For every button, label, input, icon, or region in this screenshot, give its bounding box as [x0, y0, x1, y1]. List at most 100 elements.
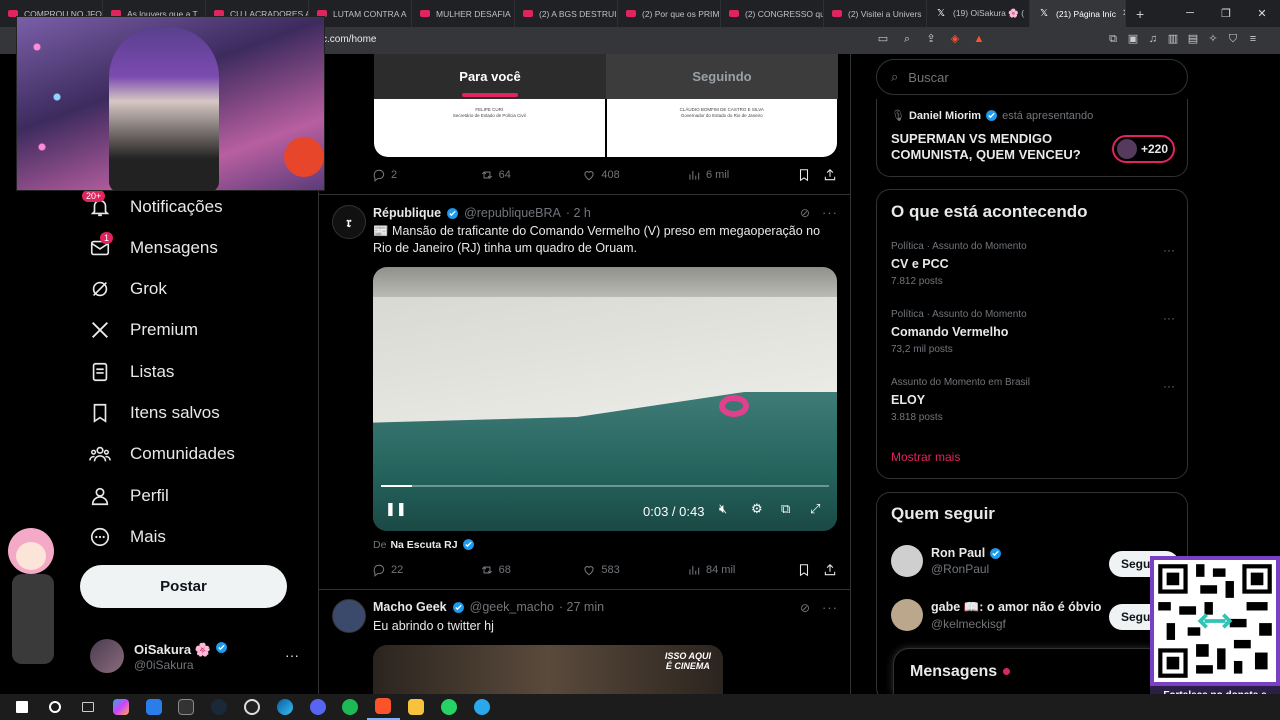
views-button[interactable]: 6 mil — [687, 168, 797, 182]
nav-grok[interactable]: Grok — [88, 277, 167, 301]
trend-item[interactable]: Assunto do Momento em Brasil ELOY 3.818 … — [891, 377, 1175, 423]
url-field[interactable]: c.com/home — [322, 34, 376, 45]
share-button[interactable] — [823, 168, 837, 182]
bookmark-button[interactable] — [797, 168, 823, 182]
close-tab-icon[interactable]: ✕ — [1122, 8, 1125, 19]
tweet-more-icon[interactable]: ··· — [822, 600, 838, 615]
tweet-author-handle[interactable]: @republiqueBRA — [464, 206, 561, 220]
repost-button[interactable]: 64 — [480, 168, 583, 182]
grok-explain-icon[interactable]: ⊘ — [800, 601, 810, 615]
show-more-link[interactable]: Mostrar mais — [891, 450, 960, 464]
tweet-image[interactable]: ISSO AQUI É CINEMA — [373, 645, 723, 694]
close-window-button[interactable]: ✕ — [1244, 7, 1280, 20]
whatsapp-icon[interactable] — [432, 694, 465, 720]
epic-games-icon[interactable] — [170, 694, 203, 720]
trend-item[interactable]: Política · Assunto do Momento Comando Ve… — [891, 309, 1175, 355]
search-icon[interactable] — [39, 694, 72, 720]
brave-rewards-icon[interactable]: ▲ — [972, 32, 986, 46]
copilot-icon[interactable] — [104, 694, 137, 720]
sidebar-icon[interactable]: ▥ — [1166, 32, 1180, 46]
file-explorer-icon[interactable] — [400, 694, 433, 720]
reader-mode-icon[interactable]: ▭ — [876, 32, 890, 46]
trend-more-icon[interactable]: ··· — [1163, 379, 1175, 393]
browser-tab[interactable]: 𝕏 (19) OiSakura 🌸 ( — [927, 0, 1030, 27]
share-button[interactable] — [823, 563, 837, 577]
tweet-author-name[interactable]: Macho Geek — [373, 600, 447, 614]
grok-explain-icon[interactable]: ⊘ — [800, 206, 810, 220]
menu-icon[interactable]: ≡ — [1246, 32, 1260, 46]
browser-tab[interactable]: (2) Visitei a Univers — [824, 0, 927, 27]
source-account-link[interactable]: Na Escuta RJ — [390, 539, 457, 551]
views-button[interactable]: 84 mil — [687, 563, 797, 577]
tweet-time[interactable]: · 27 min — [559, 600, 604, 614]
browser-tab[interactable]: (2) CONGRESSO qu — [721, 0, 824, 27]
brave-shields-icon[interactable]: ◈ — [948, 32, 962, 46]
like-button[interactable]: 583 — [582, 563, 687, 577]
nav-messages[interactable]: 1 Mensagens — [88, 232, 218, 260]
nav-premium[interactable]: Premium — [88, 318, 198, 342]
telegram-icon[interactable] — [465, 694, 498, 720]
bookmark-button[interactable] — [797, 563, 823, 577]
pause-icon[interactable]: ❚❚ — [385, 501, 407, 517]
reply-button[interactable]: 22 — [372, 563, 480, 577]
tweet-more-icon[interactable]: ··· — [822, 205, 838, 220]
trend-item[interactable]: Política · Assunto do Momento CV e PCC 7… — [891, 241, 1175, 287]
live-space-card[interactable]: 🎙︎ Daniel Miorim está apresentando SUPER… — [876, 99, 1188, 177]
tweet-author-handle[interactable]: @geek_macho — [470, 600, 554, 614]
tweet-time[interactable]: · 2 h — [566, 206, 591, 220]
nav-more[interactable]: Mais — [88, 525, 166, 549]
spotify-icon[interactable] — [334, 694, 367, 720]
avatar[interactable] — [332, 599, 366, 633]
nav-lists[interactable]: Listas — [88, 360, 174, 384]
messages-drawer[interactable]: Mensagens — [893, 648, 1163, 694]
pip-icon[interactable]: ⧉ — [781, 501, 790, 517]
tab-for-you[interactable]: Para você — [374, 54, 606, 99]
video-player[interactable]: ❚❚ 0:03 / 0:43 🔇︎ ⚙ ⧉ ⤢ — [373, 267, 837, 531]
extension-icon[interactable]: ⧉ — [1106, 32, 1120, 46]
store-icon[interactable] — [137, 694, 170, 720]
restore-button[interactable]: ❐ — [1208, 7, 1244, 20]
vpn-icon[interactable]: ⛉ — [1226, 32, 1240, 46]
account-switcher[interactable]: OiSakura 🌸 @0iSakura — [90, 639, 228, 673]
share-icon[interactable]: ⇪ — [924, 32, 938, 46]
trend-more-icon[interactable]: ··· — [1163, 243, 1175, 257]
browser-tab[interactable]: (2) Por que os PRIM — [618, 0, 721, 27]
account-more-icon[interactable]: ··· — [285, 647, 299, 663]
extension-icon[interactable]: ▣ — [1126, 32, 1140, 46]
leo-icon[interactable]: ✧ — [1206, 32, 1220, 46]
wallet-icon[interactable]: ▤ — [1186, 32, 1200, 46]
browser-tab[interactable]: MULHER DESAFIA — [412, 0, 515, 27]
steam-icon[interactable] — [203, 694, 236, 720]
brave-icon[interactable] — [366, 694, 400, 720]
tweet-author-name[interactable]: République — [373, 206, 441, 220]
fullscreen-icon[interactable]: ⤢ — [810, 501, 820, 517]
nav-bookmarks[interactable]: Itens salvos — [88, 401, 220, 425]
zoom-icon[interactable]: ⌕ — [900, 32, 914, 46]
repost-button[interactable]: 68 — [480, 563, 583, 577]
tab-following[interactable]: Seguindo — [606, 54, 838, 99]
search-input[interactable]: ⌕ Buscar — [876, 59, 1188, 95]
document-image[interactable]: FELIPE CURI Secretário de Estado de Polí… — [374, 99, 837, 157]
like-button[interactable]: 408 — [582, 168, 687, 182]
space-listener-count[interactable]: +220 — [1112, 135, 1175, 163]
nav-profile[interactable]: Perfil — [88, 484, 169, 508]
mute-icon[interactable]: 🔇︎ — [719, 501, 727, 517]
start-icon[interactable] — [6, 694, 39, 720]
browser-tab[interactable]: (2) A BGS DESTRUI — [515, 0, 618, 27]
post-button[interactable]: Postar — [80, 565, 287, 608]
discord-icon[interactable] — [301, 694, 334, 720]
new-tab-button[interactable]: + — [1136, 6, 1144, 22]
nav-notifications[interactable]: 20+ Notificações — [82, 190, 223, 219]
task-view-icon[interactable] — [72, 694, 105, 720]
nav-communities[interactable]: Comunidades — [88, 442, 235, 466]
obs-icon[interactable] — [236, 694, 269, 720]
trend-more-icon[interactable]: ··· — [1163, 311, 1175, 325]
video-progress-bar[interactable] — [381, 485, 829, 487]
minimize-button[interactable]: ─ — [1172, 7, 1208, 20]
edge-icon[interactable] — [268, 694, 301, 720]
browser-tab-active[interactable]: 𝕏 (21) Página Iníc ✕ — [1030, 0, 1126, 27]
settings-icon[interactable]: ⚙ — [751, 501, 763, 517]
music-icon[interactable]: ♫ — [1146, 32, 1160, 46]
avatar[interactable]: 𝔯 — [332, 205, 366, 239]
reply-button[interactable]: 2 — [372, 168, 480, 182]
